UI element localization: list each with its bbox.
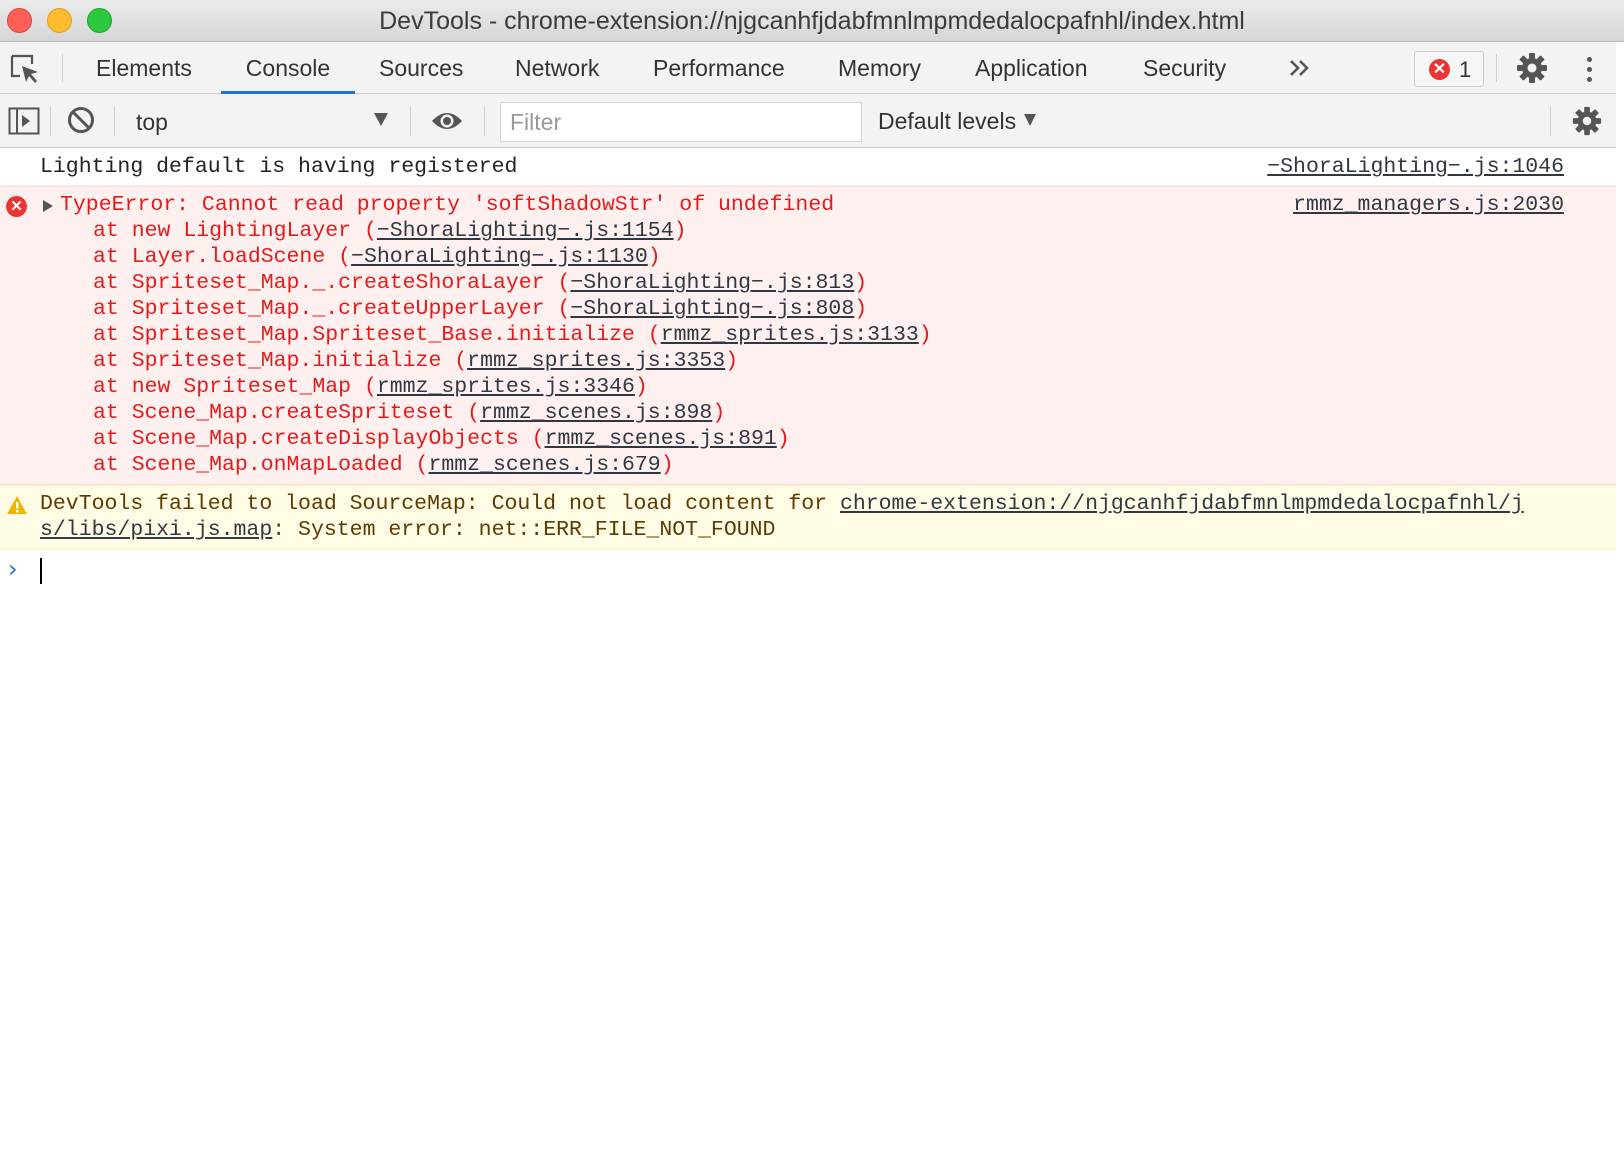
stack-frame-link[interactable]: −ShoraLighting−.js:813 xyxy=(570,271,854,295)
console-output: Lighting default is having registered −S… xyxy=(0,148,1624,590)
toolbar-divider xyxy=(50,106,51,136)
warning-icon xyxy=(6,495,28,515)
console-toolbar: top Default levels xyxy=(0,94,1624,148)
console-warning-message: DevTools failed to load SourceMap: Could… xyxy=(0,485,1624,550)
expand-triangle-icon[interactable] xyxy=(43,200,53,212)
stack-frame: at Spriteset_Map._.createShoraLayer (−Sh… xyxy=(40,270,1624,296)
error-count-badge[interactable]: ✕ 1 xyxy=(1414,51,1484,87)
stack-frame-text: at Spriteset_Map._.createUpperLayer ( xyxy=(93,297,571,321)
error-stack-trace: at new LightingLayer (−ShoraLighting−.js… xyxy=(40,218,1624,478)
stack-frame-link[interactable]: rmmz_sprites.js:3133 xyxy=(661,323,919,347)
filter-input[interactable] xyxy=(500,102,862,142)
stack-frame: at Spriteset_Map.Spriteset_Base.initiali… xyxy=(40,322,1624,348)
stack-frame-text: at new LightingLayer ( xyxy=(93,219,377,243)
tab-memory[interactable]: Memory xyxy=(816,42,943,94)
error-source-link[interactable]: rmmz_managers.js:2030 xyxy=(1293,192,1564,218)
inspect-element-icon[interactable] xyxy=(8,52,42,86)
stack-frame-close: ) xyxy=(918,323,932,347)
toolbar-divider xyxy=(114,106,115,136)
console-error-message: ✕ rmmz_managers.js:2030 TypeError: Canno… xyxy=(0,186,1624,485)
sourcemap-link[interactable]: chrome-extension://njgcanhfjdabfmnlmpmde… xyxy=(840,492,1524,516)
stack-frame: at Spriteset_Map._.createUpperLayer (−Sh… xyxy=(40,296,1624,322)
stack-frame-close: ) xyxy=(673,219,687,243)
toolbar-divider xyxy=(484,106,485,136)
stack-frame-close: ) xyxy=(854,271,868,295)
stack-frame-text: at Scene_Map.createDisplayObjects ( xyxy=(93,427,545,451)
stack-frame-close: ) xyxy=(725,349,739,373)
tab-sources[interactable]: Sources xyxy=(357,42,485,94)
tabbar-divider xyxy=(62,54,63,82)
chevron-double-right-icon[interactable] xyxy=(1285,50,1317,86)
eye-icon[interactable] xyxy=(430,108,464,139)
toolbar-divider xyxy=(410,106,411,136)
tab-security[interactable]: Security xyxy=(1121,42,1248,94)
stack-frame-text: at Scene_Map.createSpriteset ( xyxy=(93,401,481,425)
stack-frame-close: ) xyxy=(660,453,674,477)
stack-frame-link[interactable]: rmmz_scenes.js:891 xyxy=(545,427,777,451)
context-selector[interactable]: top xyxy=(120,100,400,140)
kebab-menu-icon[interactable] xyxy=(1578,54,1600,86)
text-caret xyxy=(40,558,42,584)
prompt-chevron-icon: › xyxy=(8,555,18,583)
toolbar-divider xyxy=(1550,106,1551,136)
stack-frame-close: ) xyxy=(776,427,790,451)
gear-icon[interactable] xyxy=(1515,51,1549,90)
stack-frame: at Scene_Map.createSpriteset (rmmz_scene… xyxy=(40,400,1624,426)
drawer-toggle-icon[interactable] xyxy=(8,107,40,140)
stack-frame-link[interactable]: −ShoraLighting−.js:1154 xyxy=(377,219,674,243)
tab-application[interactable]: Application xyxy=(953,42,1110,94)
stack-frame-text: at Spriteset_Map._.createShoraLayer ( xyxy=(93,271,571,295)
clear-console-icon[interactable] xyxy=(66,105,96,140)
stack-frame-link[interactable]: rmmz_scenes.js:898 xyxy=(480,401,712,425)
log-source-link[interactable]: −ShoraLighting−.js:1046 xyxy=(1267,154,1564,180)
window-title: DevTools - chrome-extension://njgcanhfjd… xyxy=(379,7,1245,35)
stack-frame-link[interactable]: rmmz_sprites.js:3353 xyxy=(467,349,725,373)
stack-frame-close: ) xyxy=(854,297,868,321)
stack-frame-link[interactable]: rmmz_scenes.js:679 xyxy=(428,453,660,477)
gear-icon[interactable] xyxy=(1571,105,1603,142)
devtools-tab-bar: Elements Console Sources Network Perform… xyxy=(0,42,1624,94)
stack-frame-text: at Spriteset_Map.initialize ( xyxy=(93,349,468,373)
stack-frame-text: at Spriteset_Map.Spriteset_Base.initiali… xyxy=(93,323,661,347)
stack-frame-close: ) xyxy=(712,401,726,425)
stack-frame-link[interactable]: rmmz_sprites.js:3346 xyxy=(377,375,635,399)
log-text: Lighting default is having registered xyxy=(40,155,518,179)
dropdown-arrow-icon xyxy=(1024,114,1037,126)
stack-frame-close: ) xyxy=(634,375,648,399)
warning-suffix: : System error: net::ERR_FILE_NOT_FOUND xyxy=(272,518,776,542)
tab-elements[interactable]: Elements xyxy=(74,42,214,94)
stack-frame: at new Spriteset_Map (rmmz_sprites.js:33… xyxy=(40,374,1624,400)
log-levels-label: Default levels xyxy=(878,108,1017,134)
tabbar-divider xyxy=(1496,54,1497,82)
stack-frame: at Scene_Map.createDisplayObjects (rmmz_… xyxy=(40,426,1624,452)
stack-frame-text: at new Spriteset_Map ( xyxy=(93,375,377,399)
tab-performance[interactable]: Performance xyxy=(631,42,807,94)
window-edge xyxy=(1616,42,1624,1176)
stack-frame-link[interactable]: −ShoraLighting−.js:808 xyxy=(570,297,854,321)
console-log-message: Lighting default is having registered −S… xyxy=(0,148,1624,186)
sourcemap-link-continued[interactable]: s/libs/pixi.js.map xyxy=(40,518,272,542)
tab-network[interactable]: Network xyxy=(493,42,621,94)
stack-frame-text: at Scene_Map.onMapLoaded ( xyxy=(93,453,429,477)
error-icon: ✕ xyxy=(1429,59,1450,80)
dropdown-arrow-icon xyxy=(374,113,388,126)
warning-prefix: DevTools failed to load SourceMap: Could… xyxy=(40,492,840,516)
stack-frame: at Spriteset_Map.initialize (rmmz_sprite… xyxy=(40,348,1624,374)
stack-frame-link[interactable]: −ShoraLighting−.js:1130 xyxy=(351,245,648,269)
log-levels-dropdown[interactable]: Default levels xyxy=(878,108,1037,135)
stack-frame: at new LightingLayer (−ShoraLighting−.js… xyxy=(40,218,1624,244)
tab-console[interactable]: Console xyxy=(221,42,355,94)
stack-frame-text: at Layer.loadScene ( xyxy=(93,245,352,269)
console-prompt[interactable]: › xyxy=(0,550,1624,590)
context-value: top xyxy=(136,109,168,135)
stack-frame: at Layer.loadScene (−ShoraLighting−.js:1… xyxy=(40,244,1624,270)
error-count: 1 xyxy=(1459,57,1472,82)
stack-frame: at Scene_Map.onMapLoaded (rmmz_scenes.js… xyxy=(40,452,1624,478)
error-icon: ✕ xyxy=(6,196,27,217)
stack-frame-close: ) xyxy=(647,245,661,269)
window-titlebar: DevTools - chrome-extension://njgcanhfjd… xyxy=(0,0,1624,42)
